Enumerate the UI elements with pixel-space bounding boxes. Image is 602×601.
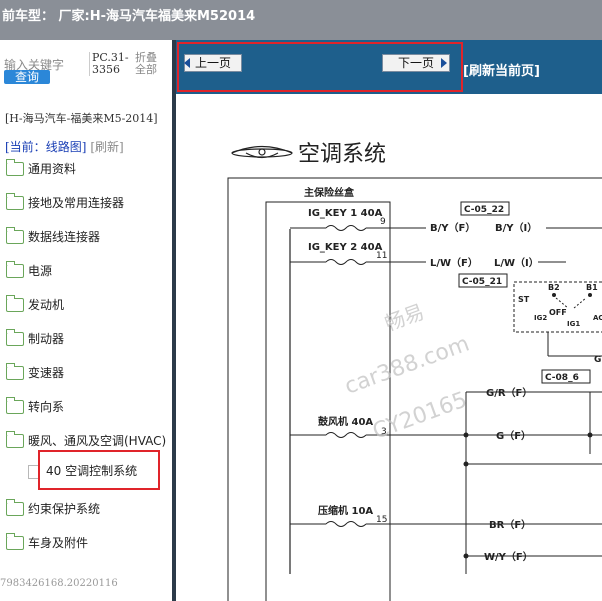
svg-text:L/W（F）: L/W（F）: [430, 256, 478, 269]
folder-icon: [6, 396, 24, 414]
fuse-symbol: [325, 225, 367, 231]
fuse-label: 鼓风机 40A: [318, 415, 373, 428]
folder-icon: [6, 192, 24, 210]
pc-number: PC.31-3356: [89, 52, 138, 76]
wiring-diagram-link[interactable]: 线路图]: [46, 140, 87, 154]
connector-label: C-05_21: [462, 277, 502, 287]
svg-text:畅易: 畅易: [382, 299, 428, 335]
fuse-box-title: 主保险丝盒: [304, 186, 355, 199]
tree-item-restraints[interactable]: 约束保护系统: [6, 498, 100, 520]
refresh-link[interactable]: [刷新]: [90, 140, 123, 154]
folder-icon: [6, 532, 24, 550]
folder-icon: [6, 498, 24, 516]
tree-item-steering[interactable]: 转向系: [6, 396, 64, 418]
search-button[interactable]: 查询: [4, 70, 50, 84]
current-prefix: [当前：: [5, 140, 46, 154]
folder-icon: [6, 430, 24, 448]
folder-icon: [6, 158, 24, 176]
fuse-label: IG_KEY 1 40A: [308, 208, 383, 219]
tree-item-ground-connectors[interactable]: 接地及常用连接器: [6, 192, 124, 214]
svg-text:IG1: IG1: [567, 320, 580, 328]
folder-icon: [6, 362, 24, 380]
folder-icon: [6, 226, 24, 244]
svg-text:AC: AC: [593, 314, 602, 322]
tree-item-hvac[interactable]: 暖风、通风及空调(HVAC): [6, 430, 166, 452]
footer-id: 7983426168.20220116: [0, 578, 118, 589]
svg-text:G: G: [594, 355, 601, 365]
svg-text:G（F）: G（F）: [496, 429, 531, 442]
title-bar: 前车型： 厂家:H-海马汽车福美来M52014: [0, 0, 602, 40]
fuse-symbol: [325, 259, 367, 265]
subitem-highlight: [38, 450, 160, 490]
diagram-heading: 空调系统: [298, 142, 386, 167]
tree-item-power[interactable]: 电源: [6, 260, 52, 282]
svg-text:ST: ST: [518, 295, 530, 304]
fuse-label: 压缩机 10A: [318, 504, 373, 517]
brand-logo-icon: [231, 145, 293, 159]
collapse-all-link[interactable]: 折叠全部: [135, 52, 165, 76]
svg-text:B/Y（F）: B/Y（F）: [430, 221, 475, 234]
svg-text:B1: B1: [586, 283, 598, 292]
tree-item-body[interactable]: 车身及附件: [6, 532, 88, 554]
fuse-symbol: [325, 521, 367, 527]
title-text: 前车型： 厂家:H-海马汽车福美来M52014: [2, 9, 256, 24]
svg-text:B2: B2: [548, 283, 560, 292]
nav-buttons-highlight: [177, 42, 463, 92]
svg-text:15: 15: [376, 515, 387, 525]
svg-text:11: 11: [376, 251, 387, 261]
svg-text:car388.com: car388.com: [342, 331, 473, 399]
svg-text:G/R（F）: G/R（F）: [486, 386, 532, 399]
connector-label: C-05_22: [464, 205, 504, 215]
svg-text:BR（F）: BR（F）: [489, 518, 531, 531]
svg-text:W/Y（F）: W/Y（F）: [484, 550, 533, 563]
diagram-viewport[interactable]: 空调系统 主保险丝盒 IG_KEY 1 40A 9 IG_KEY 2 40A 1…: [176, 94, 602, 601]
svg-text:CY20165: CY20165: [370, 387, 471, 444]
tree-item-transmission[interactable]: 变速器: [6, 362, 64, 384]
connector-label: C-08_6: [545, 373, 579, 383]
svg-text:L/W（I）: L/W（I）: [494, 256, 539, 269]
tree-item-brakes[interactable]: 制动器: [6, 328, 64, 350]
fuse-label: IG_KEY 2 40A: [308, 242, 383, 253]
refresh-page-link[interactable]: [刷新当前页]: [463, 60, 540, 79]
wiring-diagram: 空调系统 主保险丝盒 IG_KEY 1 40A 9 IG_KEY 2 40A 1…: [227, 142, 602, 601]
ignition-switch: ST B2 B1 OFF IG2 IG1 AC: [513, 281, 602, 333]
folder-icon: [6, 328, 24, 346]
tree-item-general[interactable]: 通用资料: [6, 158, 76, 180]
tree-item-engine[interactable]: 发动机: [6, 294, 64, 316]
svg-text:OFF: OFF: [549, 308, 567, 317]
tree-item-data-connectors[interactable]: 数据线连接器: [6, 226, 100, 248]
svg-text:IG2: IG2: [534, 314, 547, 322]
folder-icon: [6, 294, 24, 312]
vehicle-label: [H-海马汽车-福美来M5-2014]: [5, 112, 158, 125]
current-location: [当前：线路图] [刷新]: [5, 138, 124, 155]
svg-text:9: 9: [380, 217, 386, 227]
folder-icon: [6, 260, 24, 278]
sidebar: 输入关键字 查询 PC.31-3356 折叠全部 [H-海马汽车-福美来M5-2…: [0, 40, 172, 601]
svg-text:B/Y（I）: B/Y（I）: [495, 221, 537, 234]
fuse-symbol: [325, 432, 367, 438]
